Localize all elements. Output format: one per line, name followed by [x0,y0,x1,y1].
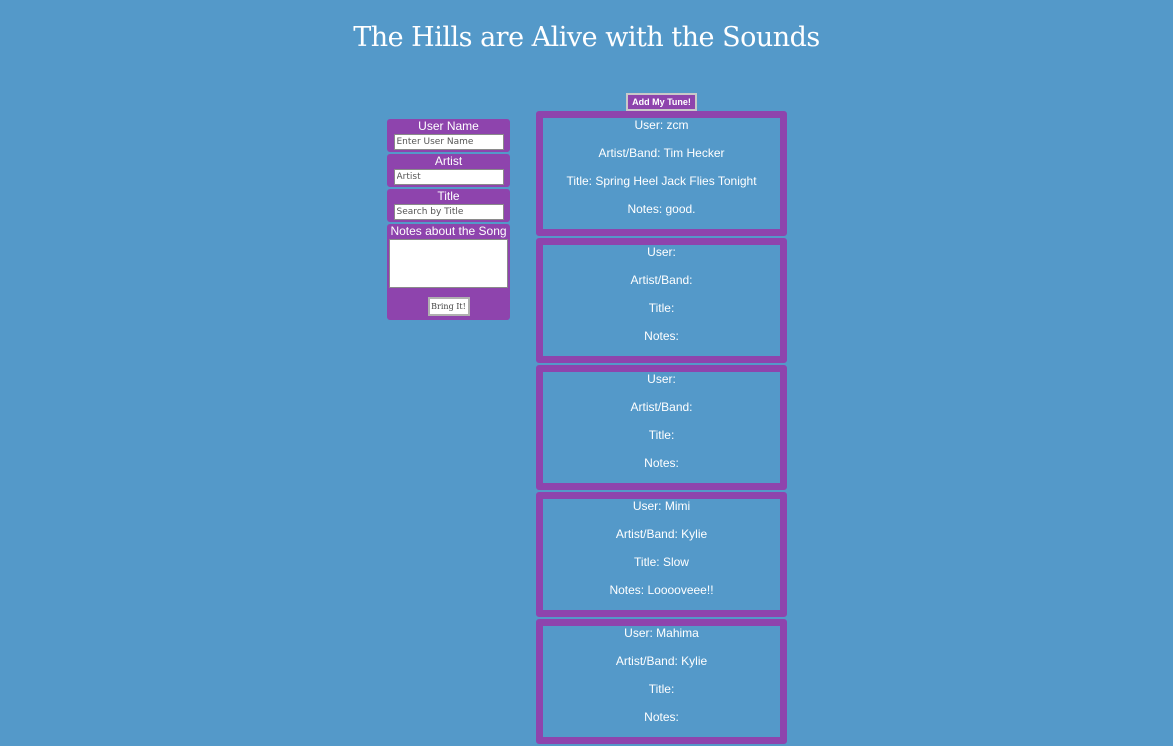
tune-artist: Artist/Band: Kylie [615,527,708,541]
tune-title: Title: Spring Heel Jack Flies Tonight [566,174,757,188]
tune-user: User: [647,245,676,259]
user-name-label: User Name [418,119,479,133]
notes-group: Notes about the Song Bring It! [387,224,510,320]
tune-notes: Notes: [644,456,679,470]
title-input[interactable] [393,204,504,220]
tune-artist: Artist/Band: Tim Hecker [598,146,725,160]
tune-user: User: Mahima [624,626,699,640]
notes-label: Notes about the Song [390,224,507,238]
tune-card: User: Artist/Band: Title: Notes: [536,238,787,363]
tune-card: User: Artist/Band: Title: Notes: [536,365,787,490]
notes-textarea[interactable] [389,239,508,288]
tune-title: Title: [648,428,675,442]
tune-artist: Artist/Band: [630,400,693,414]
tune-title: Title: [648,682,675,696]
artist-input[interactable] [393,169,504,185]
tune-card: User: Mimi Artist/Band: Kylie Title: Slo… [536,492,787,617]
artist-group: Artist [387,154,510,187]
title-label: Title [437,189,460,203]
title-group: Title [387,189,510,222]
user-name-input[interactable] [393,134,504,150]
tune-user: User: zcm [634,118,689,132]
tune-card: User: Mahima Artist/Band: Kylie Title: N… [536,619,787,744]
tune-artist: Artist/Band: Kylie [615,654,708,668]
add-song-form: User Name Artist Title Notes about the S… [387,119,510,320]
page-title: The Hills are Alive with the Sounds [353,22,820,53]
add-my-tune-button[interactable]: Add My Tune! [626,93,697,111]
tune-card: User: zcm Artist/Band: Tim Hecker Title:… [536,111,787,236]
user-name-group: User Name [387,119,510,152]
tune-notes: Notes: [644,329,679,343]
tune-list: User: zcm Artist/Band: Tim Hecker Title:… [536,111,787,746]
tune-notes: Notes: [644,710,679,724]
tune-user: User: Mimi [632,499,691,513]
tune-title: Title: [648,301,675,315]
tune-artist: Artist/Band: [630,273,693,287]
artist-label: Artist [434,154,463,168]
tune-notes: Notes: Looooveee!! [609,583,714,597]
tune-user: User: [647,372,676,386]
bring-it-button[interactable]: Bring It! [427,297,470,316]
tune-title: Title: Slow [634,555,689,569]
tune-notes: Notes: good. [627,202,696,216]
